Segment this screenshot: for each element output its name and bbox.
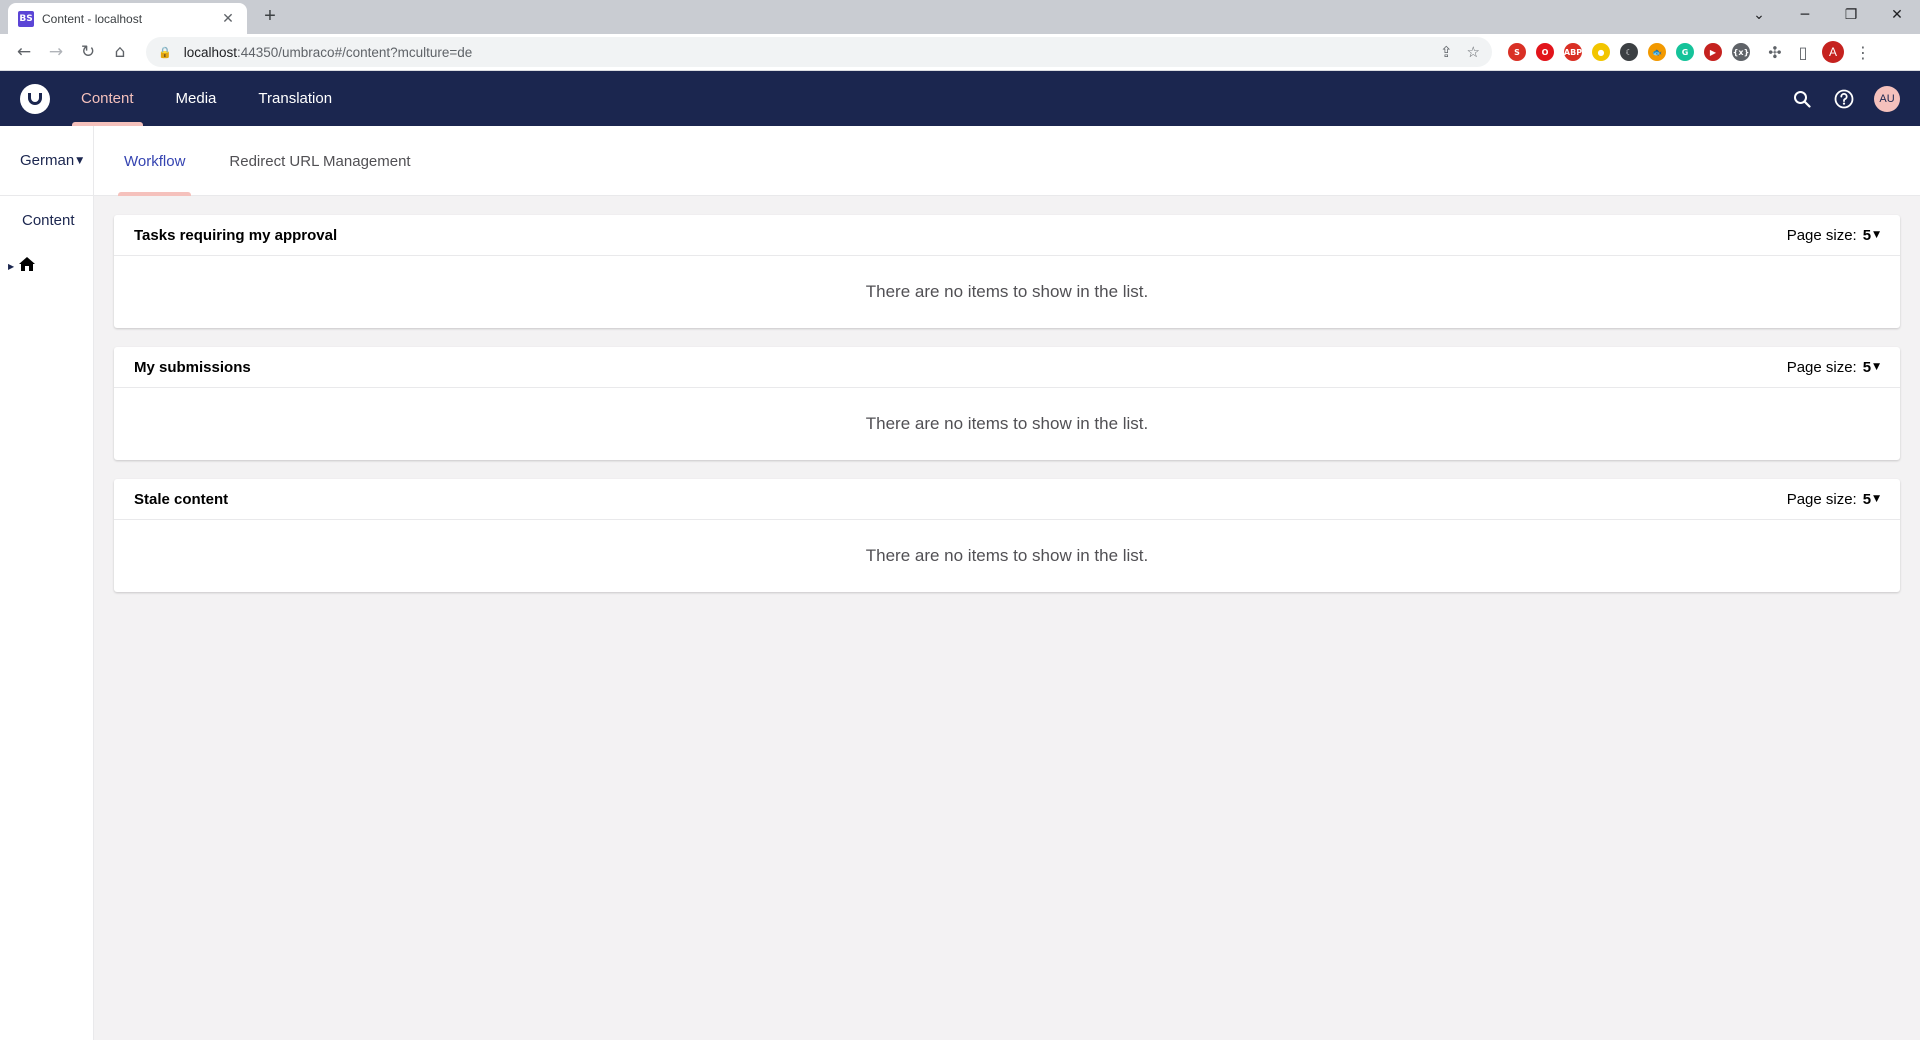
puzzle-extensions-icon[interactable]: ✣ (1766, 43, 1784, 62)
dashboard-tabs: Workflow Redirect URL Management (94, 126, 1920, 196)
workflow-panel: Tasks requiring my approval Page size: 5 ▼ T… (114, 215, 1900, 328)
header-tools: AU (1790, 71, 1900, 126)
fish-icon[interactable]: 🐟 (1648, 43, 1666, 61)
browser-menu-icon[interactable]: ⋮ (1854, 43, 1872, 62)
panel-title: Tasks requiring my approval (134, 226, 338, 244)
tab-favicon-icon: BS (18, 10, 34, 27)
browser-tab[interactable]: BS Content - localhost ✕ (8, 3, 247, 34)
address-bar[interactable]: 🔒 localhost:44350/umbraco#/content?mcult… (146, 37, 1492, 67)
page-size-label: Page size: (1786, 226, 1857, 244)
adblock-icon[interactable]: ABP (1564, 43, 1582, 61)
empty-list-message: There are no items to show in the list. (865, 282, 1149, 301)
back-icon[interactable]: ← (8, 37, 40, 67)
page-size-label: Page size: (1786, 490, 1857, 508)
page-size-dropdown[interactable]: Page size: 5 ▼ (1787, 359, 1880, 376)
empty-list-message: There are no items to show in the list. (865, 546, 1149, 565)
moon-icon[interactable]: ☾ (1620, 43, 1638, 61)
opera-icon[interactable]: O (1536, 43, 1554, 61)
window-controls: ⌄ ─ ❐ ✕ (1736, 0, 1920, 30)
culture-label: German (20, 152, 75, 169)
play-icon[interactable]: ▶ (1704, 43, 1722, 61)
restore-icon[interactable]: ❐ (1828, 7, 1874, 23)
caret-down-icon: ▼ (76, 155, 84, 166)
section-content[interactable]: Content (66, 71, 149, 126)
section-translation[interactable]: Translation (243, 71, 347, 126)
lock-icon[interactable]: 🔒 (158, 46, 172, 59)
tab-workflow[interactable]: Workflow (118, 126, 192, 196)
caret-down-icon: ▼ (1873, 362, 1880, 372)
grammarly-icon[interactable]: G (1676, 43, 1694, 61)
section-nav: Content Media Translation (66, 71, 359, 126)
page-size-value: 5 (1862, 226, 1872, 244)
url-text[interactable]: localhost:44350/umbraco#/content?mcultur… (184, 45, 1426, 60)
share-icon[interactable]: ⇪ (1440, 43, 1453, 61)
workflow-panel: Stale content Page size: 5 ▼ There are no it… (114, 479, 1900, 592)
forward-icon[interactable]: → (40, 37, 72, 67)
home-node-icon[interactable] (18, 256, 36, 277)
page-size-value: 5 (1862, 358, 1872, 376)
toolbar-right: ✣ ▯ A ⋮ (1766, 41, 1872, 63)
user-avatar[interactable]: AU (1874, 85, 1900, 112)
page-size-label: Page size: (1786, 358, 1857, 376)
profile-avatar[interactable]: A (1822, 41, 1844, 63)
page-size-value: 5 (1862, 490, 1872, 508)
panel-header: My submissions Page size: 5 ▼ (114, 347, 1900, 388)
caret-down-icon: ▼ (1873, 494, 1880, 504)
content-tree: German ▼ Content ▶ (0, 126, 94, 1040)
search-icon[interactable] (1790, 87, 1814, 111)
tab-title: Content - localhost (42, 11, 143, 26)
close-window-icon[interactable]: ✕ (1874, 7, 1920, 23)
page-size-dropdown[interactable]: Page size: 5 ▼ (1787, 491, 1880, 508)
home-icon[interactable]: ⌂ (104, 37, 136, 67)
extensions-bar: S O ABP ● ☾ 🐟 G ▶ {x} (1508, 43, 1750, 61)
panel-title: Stale content (134, 490, 229, 508)
url-path: :44350/umbraco#/content?mculture=de (237, 44, 473, 60)
s-shield-icon[interactable]: S (1508, 43, 1526, 61)
browser-toolbar: ← → ↻ ⌂ 🔒 localhost:44350/umbraco#/conte… (0, 34, 1920, 71)
expand-arrow-icon[interactable]: ▶ (8, 262, 14, 271)
tree-root-node[interactable]: ▶ (8, 256, 36, 277)
page-size-dropdown[interactable]: Page size: 5 ▼ (1787, 227, 1880, 244)
new-tab-button[interactable]: + (258, 5, 282, 28)
section-media[interactable]: Media (161, 71, 232, 126)
bookmark-star-icon[interactable]: ☆ (1467, 43, 1480, 61)
umbraco-logo-icon[interactable] (20, 83, 50, 114)
panel-header: Tasks requiring my approval Page size: 5 ▼ (114, 215, 1900, 256)
app-header: Content Media Translation AU (0, 71, 1920, 126)
url-host: localhost (183, 44, 237, 60)
workflow-panel: My submissions Page size: 5 ▼ There are no i… (114, 347, 1900, 460)
tree-title: Content (22, 212, 75, 229)
panel-title: My submissions (134, 358, 251, 376)
variable-icon[interactable]: {x} (1732, 43, 1750, 61)
empty-list-message: There are no items to show in the list. (865, 414, 1149, 433)
reload-icon[interactable]: ↻ (72, 37, 104, 67)
help-icon[interactable] (1832, 87, 1856, 111)
tab-redirect-url-management[interactable]: Redirect URL Management (229, 126, 434, 196)
minimize-icon[interactable]: ─ (1782, 7, 1828, 23)
close-tab-icon[interactable]: ✕ (219, 10, 237, 27)
panel-header: Stale content Page size: 5 ▼ (114, 479, 1900, 520)
culture-selector[interactable]: German ▼ (0, 126, 93, 196)
yellow-circle-icon[interactable]: ● (1592, 43, 1610, 61)
side-panel-icon[interactable]: ▯ (1794, 43, 1812, 62)
browser-tabstrip: BS Content - localhost ✕ + ⌄ ─ ❐ ✕ (0, 0, 1920, 34)
caret-down-icon: ▼ (1873, 230, 1880, 240)
tab-search-icon[interactable]: ⌄ (1736, 7, 1782, 23)
